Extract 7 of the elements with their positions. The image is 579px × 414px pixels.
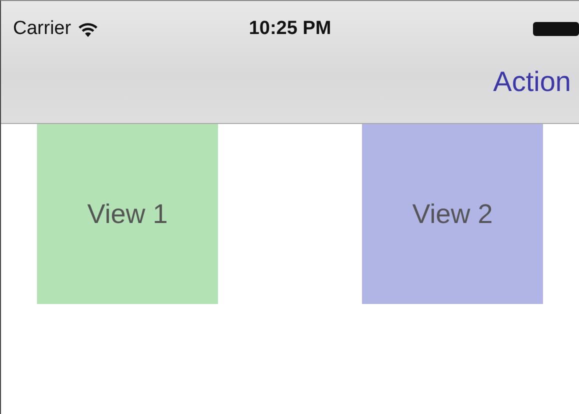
wifi-icon xyxy=(78,22,98,36)
carrier-label: Carrier xyxy=(13,18,72,40)
action-button[interactable]: Action xyxy=(493,66,571,98)
battery-icon xyxy=(533,22,579,36)
view-label: View 2 xyxy=(412,198,493,230)
clock-time: 10:25 PM xyxy=(248,18,332,40)
view-label: View 1 xyxy=(87,198,168,230)
